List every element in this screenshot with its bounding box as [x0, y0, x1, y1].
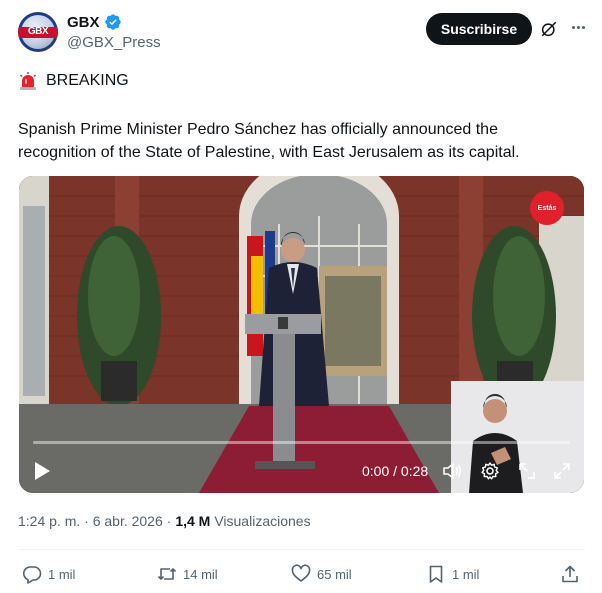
video-progress-bar[interactable]: [33, 441, 570, 444]
video-player[interactable]: Estás 0:00 / 0:28: [19, 176, 584, 493]
avatar[interactable]: GBX: [18, 12, 58, 52]
like-button[interactable]: 65 mil: [291, 562, 352, 586]
post-header: GBX GBX @GBX_Press Suscribirse: [18, 12, 588, 56]
siren-icon: [19, 72, 37, 90]
reply-icon: [22, 566, 42, 584]
bookmark-button[interactable]: 1 mil: [426, 562, 479, 586]
popout-icon[interactable]: [517, 461, 537, 481]
channel-logo-icon: Estás: [530, 191, 564, 225]
reply-button[interactable]: 1 mil: [22, 562, 75, 586]
repost-icon: [157, 568, 177, 580]
video-time: 0:00 / 0:28: [362, 463, 429, 479]
settings-gear-icon[interactable]: [480, 461, 500, 481]
subscribe-button[interactable]: Suscribirse: [426, 13, 532, 45]
action-bar: 1 mil 14 mil 65 mil 1 mil: [18, 562, 585, 586]
reply-count: 1 mil: [48, 566, 76, 582]
post-text: Spanish Prime Minister Pedro Sánchez has…: [18, 121, 520, 161]
views-label: Visualizaciones: [214, 513, 311, 529]
verified-badge-icon: [104, 14, 121, 30]
play-icon[interactable]: [33, 461, 51, 481]
repost-count: 14 mil: [183, 566, 218, 582]
author-handle[interactable]: @GBX_Press: [67, 34, 161, 51]
more-options-icon[interactable]: [568, 17, 588, 37]
avatar-text: GBX: [27, 26, 49, 37]
post-timestamp[interactable]: 1:24 p. m. · 6 abr. 2026 ·: [18, 513, 171, 529]
post-meta: 1:24 p. m. · 6 abr. 2026 · 1,4 M Visuali…: [18, 513, 311, 529]
breaking-tag: BREAKING: [18, 70, 129, 92]
bookmark-icon: [429, 565, 443, 583]
volume-icon[interactable]: [442, 461, 462, 481]
heart-icon: [291, 564, 311, 582]
author-display-name[interactable]: GBX: [67, 14, 100, 31]
divider: [18, 549, 585, 550]
bookmark-count: 1 mil: [452, 566, 480, 582]
like-count: 65 mil: [317, 566, 352, 582]
fullscreen-icon[interactable]: [552, 461, 572, 481]
breaking-label: BREAKING: [46, 72, 129, 89]
share-icon: [562, 565, 578, 583]
author-name-row: GBX: [67, 12, 122, 32]
share-button[interactable]: [560, 562, 580, 586]
repost-button[interactable]: 14 mil: [157, 562, 218, 586]
views-count: 1,4 M: [175, 513, 211, 529]
grok-icon[interactable]: [540, 20, 558, 38]
